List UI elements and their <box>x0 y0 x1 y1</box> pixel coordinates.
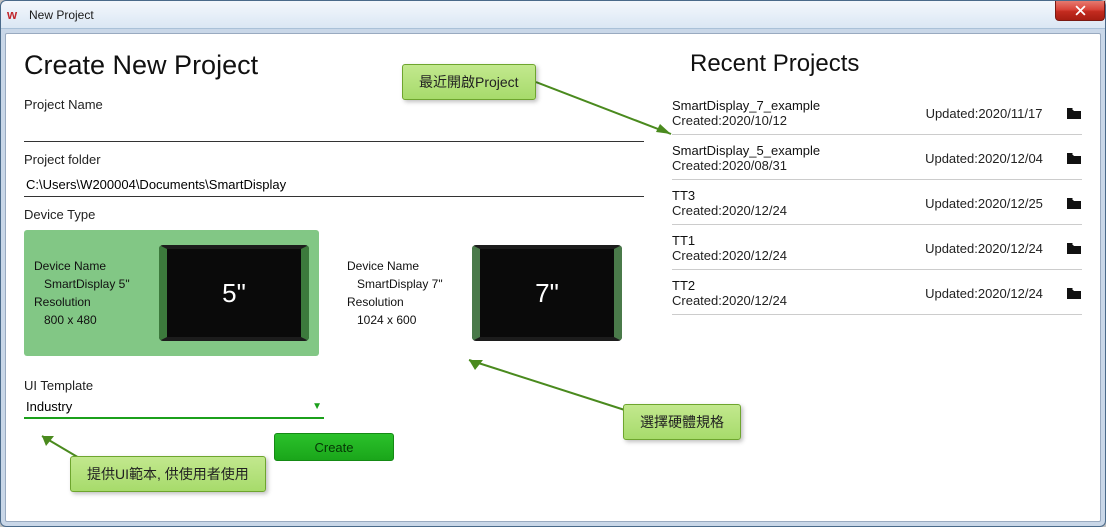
callout-device: 選擇硬體規格 <box>623 404 741 440</box>
recent-item-created: Created:2020/12/24 <box>672 203 902 218</box>
recent-item[interactable]: TT2Created:2020/12/24 Updated:2020/12/24 <box>672 270 1082 315</box>
recent-item[interactable]: SmartDisplay_7_exampleCreated:2020/10/12… <box>672 90 1082 135</box>
device-card-7in[interactable]: Device Name SmartDisplay 7" Resolution 1… <box>337 230 632 356</box>
recent-item-name: TT1 <box>672 233 902 248</box>
recent-list: SmartDisplay_7_exampleCreated:2020/10/12… <box>672 90 1082 315</box>
close-icon <box>1075 5 1086 16</box>
recent-item-created: Created:2020/12/24 <box>672 293 902 308</box>
device-meta: Device Name SmartDisplay 7" Resolution 1… <box>347 257 472 329</box>
ui-template-select[interactable]: Industry ▼ <box>24 393 324 419</box>
device-res-value: 1024 x 600 <box>347 311 472 329</box>
chevron-down-icon: ▼ <box>312 401 322 412</box>
recent-item-updated: Updated:2020/12/24 <box>925 286 1043 301</box>
folder-icon <box>1066 196 1082 210</box>
recent-item[interactable]: TT3Created:2020/12/24 Updated:2020/12/25 <box>672 180 1082 225</box>
recent-item-updated: Updated:2020/12/24 <box>925 241 1043 256</box>
ui-template-value: Industry <box>26 399 72 414</box>
recent-item-created: Created:2020/12/24 <box>672 248 902 263</box>
client-area: Create New Project Project Name Project … <box>5 33 1101 522</box>
template-row: UI Template Industry ▼ <box>24 368 644 419</box>
recent-item-name: TT2 <box>672 278 902 293</box>
recent-item[interactable]: TT1Created:2020/12/24 Updated:2020/12/24 <box>672 225 1082 270</box>
recent-item-name: SmartDisplay_5_example <box>672 143 902 158</box>
device-res-label: Resolution <box>347 293 472 311</box>
folder-icon <box>1066 106 1082 120</box>
device-type-label: Device Type <box>24 207 644 222</box>
device-card-5in[interactable]: Device Name SmartDisplay 5" Resolution 8… <box>24 230 319 356</box>
recent-item-created: Created:2020/08/31 <box>672 158 902 173</box>
titlebar[interactable]: w New Project <box>1 1 1105 29</box>
device-name-value: SmartDisplay 5" <box>34 275 159 293</box>
project-folder-input[interactable] <box>24 171 644 197</box>
app-window: w New Project Create New Project Project… <box>0 0 1106 527</box>
callout-recent: 最近開啟Project <box>402 64 536 100</box>
close-button[interactable] <box>1055 1 1105 21</box>
device-meta: Device Name SmartDisplay 5" Resolution 8… <box>34 257 159 329</box>
recent-item-created: Created:2020/10/12 <box>672 113 902 128</box>
recent-item[interactable]: SmartDisplay_5_exampleCreated:2020/08/31… <box>672 135 1082 180</box>
recent-item-updated: Updated:2020/12/04 <box>925 151 1043 166</box>
device-name-label: Device Name <box>347 257 472 275</box>
recent-item-updated: Updated:2020/12/25 <box>925 196 1043 211</box>
app-icon: w <box>7 7 23 23</box>
device-row: Device Name SmartDisplay 5" Resolution 8… <box>24 230 644 356</box>
page-title: Create New Project <box>24 50 644 81</box>
project-name-label: Project Name <box>24 97 644 112</box>
create-panel: Create New Project Project Name Project … <box>24 50 644 511</box>
device-name-value: SmartDisplay 7" <box>347 275 472 293</box>
recent-panel: Recent Projects SmartDisplay_7_exampleCr… <box>644 50 1082 511</box>
device-res-value: 800 x 480 <box>34 311 159 329</box>
recent-item-name: SmartDisplay_7_example <box>672 98 902 113</box>
folder-icon <box>1066 151 1082 165</box>
device-res-label: Resolution <box>34 293 159 311</box>
folder-icon <box>1066 286 1082 300</box>
callout-template: 提供UI範本, 供使用者使用 <box>70 456 266 492</box>
create-button-label: Create <box>314 440 353 455</box>
folder-icon <box>1066 241 1082 255</box>
window-title: New Project <box>29 8 94 22</box>
device-preview: 5" <box>159 245 309 341</box>
project-folder-label: Project folder <box>24 152 644 167</box>
create-button[interactable]: Create <box>274 433 394 461</box>
ui-template-label: UI Template <box>24 378 644 393</box>
recent-item-name: TT3 <box>672 188 902 203</box>
recent-title: Recent Projects <box>690 50 1082 78</box>
device-preview: 7" <box>472 245 622 341</box>
recent-item-updated: Updated:2020/11/17 <box>926 106 1043 121</box>
project-name-input[interactable] <box>24 116 644 142</box>
device-name-label: Device Name <box>34 257 159 275</box>
